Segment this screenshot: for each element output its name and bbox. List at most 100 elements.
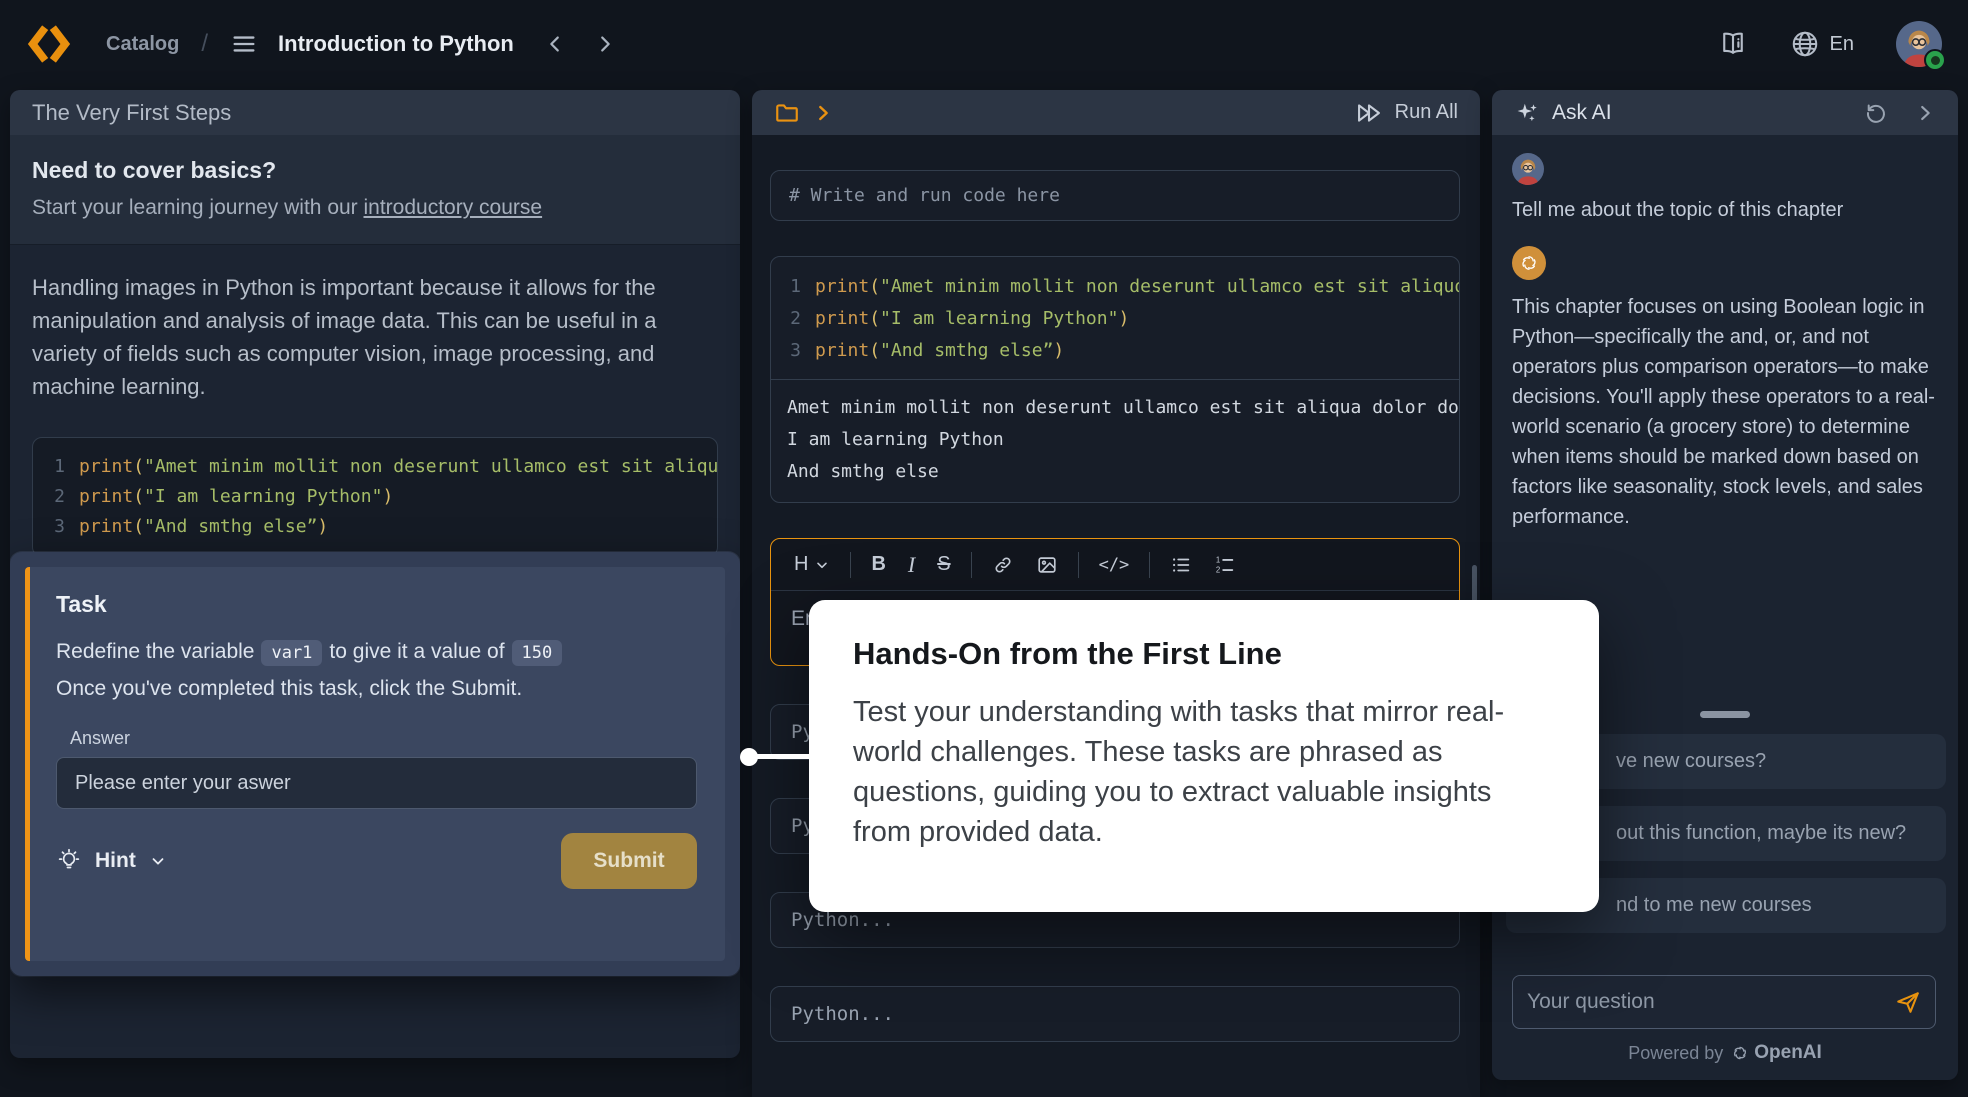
task-value-chip: 150 xyxy=(512,640,563,666)
tour-connector-line xyxy=(749,754,811,759)
line-number: 2 xyxy=(51,482,65,512)
image-icon[interactable] xyxy=(1036,554,1058,576)
hamburger-menu-icon[interactable] xyxy=(230,30,258,58)
ask-ai-title: Ask AI xyxy=(1552,101,1612,125)
chevron-down-icon xyxy=(149,852,167,870)
output-line: I am learning Python xyxy=(771,424,1459,456)
strikethrough-button[interactable]: S xyxy=(937,553,950,576)
question-input[interactable] xyxy=(1527,990,1895,1014)
task-text: Redefine the variable xyxy=(56,640,254,663)
tour-tooltip: Hands-On from the First Line Test your u… xyxy=(809,600,1599,912)
line-number: 1 xyxy=(787,271,801,303)
basics-subtitle: Start your learning journey with our int… xyxy=(32,196,718,220)
run-all-label: Run All xyxy=(1395,101,1458,124)
send-icon[interactable] xyxy=(1895,989,1921,1015)
run-all-button[interactable]: Run All xyxy=(1355,99,1458,127)
folder-icon[interactable] xyxy=(774,100,800,126)
next-chapter-button[interactable] xyxy=(594,33,616,55)
submit-button[interactable]: Submit xyxy=(561,833,697,889)
task-card-wrapper: Task Redefine the variablevar1to give it… xyxy=(10,552,740,976)
openai-brand: OpenAI xyxy=(1731,1042,1822,1064)
ask-ai-panel: Ask AI xyxy=(1492,90,1958,1080)
numbered-list-icon[interactable]: 1 2 xyxy=(1214,554,1236,576)
breadcrumb-catalog[interactable]: Catalog xyxy=(106,33,179,56)
code-line: 2print("I am learning Python") xyxy=(51,482,699,512)
lesson-body: Handling images in Python is important b… xyxy=(10,245,740,557)
basics-title: Need to cover basics? xyxy=(32,157,718,184)
code-paren: ) xyxy=(1118,303,1129,335)
link-icon[interactable] xyxy=(992,554,1014,576)
resize-handle[interactable] xyxy=(1700,711,1750,718)
reset-chat-icon[interactable] xyxy=(1864,101,1888,125)
toolbar-separator xyxy=(971,552,972,578)
code-line: 3print("And smthg else”) xyxy=(51,512,699,542)
app-screen: Catalog / Introduction to Python xyxy=(0,0,1968,1097)
toolbar-separator xyxy=(1149,552,1150,578)
code-paren: ( xyxy=(133,482,144,512)
task-description: Redefine the variablevar1to give it a va… xyxy=(56,634,697,706)
italic-button[interactable]: I xyxy=(908,552,915,578)
top-navbar: Catalog / Introduction to Python xyxy=(0,0,1968,88)
line-number: 1 xyxy=(51,452,65,482)
line-number: 3 xyxy=(787,335,801,367)
code-string: "I am learning Python" xyxy=(144,482,382,512)
toolbar-separator xyxy=(850,552,851,578)
navbar-right: En xyxy=(1718,21,1942,67)
answer-label: Answer xyxy=(70,728,697,749)
code-paren: ( xyxy=(869,335,880,367)
code-paren: ( xyxy=(869,303,880,335)
bold-button[interactable]: B xyxy=(871,553,885,576)
code-keyword: print xyxy=(815,335,869,367)
question-input-wrapper xyxy=(1512,975,1936,1029)
code-paren: ( xyxy=(133,512,144,542)
lightbulb-icon xyxy=(56,848,82,874)
code-paren: ( xyxy=(869,271,880,303)
editor-breadcrumb xyxy=(774,100,834,126)
svg-text:1: 1 xyxy=(1216,555,1220,564)
code-keyword: print xyxy=(815,303,869,335)
ask-ai-header: Ask AI xyxy=(1492,90,1958,135)
code-paren: ) xyxy=(317,512,328,542)
language-label: En xyxy=(1830,33,1854,56)
page-title: Introduction to Python xyxy=(278,31,514,57)
heading-label: H xyxy=(794,553,808,576)
answer-input[interactable] xyxy=(56,757,697,809)
code-format-button[interactable]: </> xyxy=(1099,555,1130,575)
code-keyword: print xyxy=(79,452,133,482)
sparkles-icon xyxy=(1514,100,1540,126)
hint-toggle[interactable]: Hint xyxy=(56,848,167,874)
lesson-panel: The Very First Steps Need to cover basic… xyxy=(10,90,740,1058)
tooltip-body: Test your understanding with tasks that … xyxy=(853,692,1555,852)
code-string: "Amet minim mollit non deserunt ullamco … xyxy=(880,271,1460,303)
powered-by: Powered by OpenAI xyxy=(1492,1042,1958,1064)
user-avatar[interactable] xyxy=(1896,21,1942,67)
python-cell-collapsed[interactable]: Python... xyxy=(770,986,1460,1042)
chevron-right-icon xyxy=(812,102,834,124)
tooltip-title: Hands-On from the First Line xyxy=(853,636,1555,672)
code-editor-panel: Run All # Write and run code here 1 print… xyxy=(752,90,1480,1097)
prev-chapter-button[interactable] xyxy=(544,33,566,55)
toolbar-separator xyxy=(1078,552,1079,578)
task-text-line2: Once you've completed this task, click t… xyxy=(56,677,522,700)
brand-logo-icon[interactable] xyxy=(26,21,72,67)
lesson-title: The Very First Steps xyxy=(32,100,231,126)
code-paren: ( xyxy=(133,452,144,482)
collapse-panel-icon[interactable] xyxy=(1914,102,1936,124)
basics-text: Start your learning journey with our xyxy=(32,196,364,219)
introductory-course-link[interactable]: introductory course xyxy=(364,196,543,219)
code-cell[interactable]: 1 print("Amet minim mollit non deserunt u… xyxy=(770,256,1460,503)
language-switcher[interactable]: En xyxy=(1790,29,1854,59)
formatting-toolbar: H B I S xyxy=(771,539,1459,591)
navbar-left: Catalog / Introduction to Python xyxy=(26,21,616,67)
lesson-navigation xyxy=(544,33,616,55)
handbook-icon[interactable] xyxy=(1718,29,1748,59)
svg-text:2: 2 xyxy=(1216,565,1220,574)
basics-banner: Need to cover basics? Start your learnin… xyxy=(10,135,740,245)
task-text: to give it a value of xyxy=(329,640,504,663)
task-title: Task xyxy=(56,591,697,618)
lesson-code-block: 1print("Amet minim mollit non deserunt u… xyxy=(32,437,718,557)
heading-dropdown[interactable]: H xyxy=(794,553,830,576)
task-footer: Hint Submit xyxy=(56,833,697,889)
bullet-list-icon[interactable] xyxy=(1170,554,1192,576)
scratch-code-input[interactable]: # Write and run code here xyxy=(770,170,1460,221)
